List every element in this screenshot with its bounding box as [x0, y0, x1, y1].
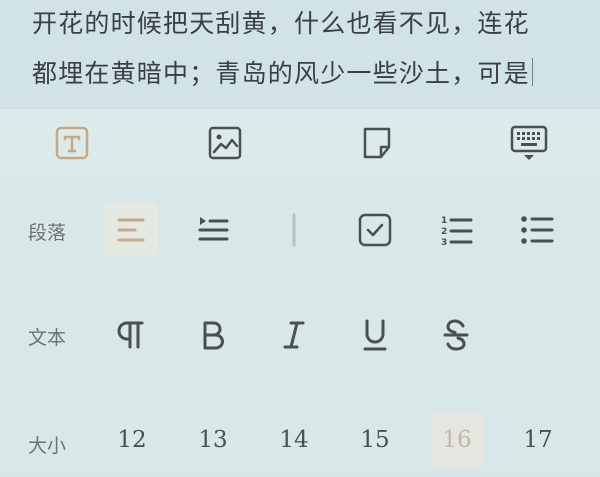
italic-icon [283, 321, 305, 349]
size-label: 大小 [28, 435, 67, 457]
keyboard-hide-icon [510, 125, 548, 160]
text-label: 文本 [28, 327, 67, 349]
size-option-13[interactable]: 13 [186, 413, 240, 467]
align-left-button[interactable] [104, 203, 158, 257]
hide-keyboard-button[interactable] [509, 123, 549, 163]
text-format-icon [55, 126, 89, 160]
checkbox-icon [358, 213, 392, 247]
separator-divider [292, 213, 296, 247]
checklist-button[interactable] [348, 203, 402, 257]
underline-icon [363, 319, 387, 351]
editor-line-2: 都埋在黄暗中；青岛的风少一些沙土，可是 [32, 54, 534, 90]
svg-text:2: 2 [441, 227, 447, 237]
indent-icon [198, 217, 229, 241]
underline-button[interactable] [348, 308, 402, 362]
bullet-list-icon [521, 216, 554, 244]
font-size-row: 大小 12 13 14 15 16 17 [0, 407, 600, 477]
bullet-list-button[interactable] [510, 203, 564, 257]
paragraph-mark-icon [117, 321, 144, 349]
size-option-15[interactable]: 15 [348, 413, 402, 467]
text-style-row: 文本 [0, 302, 600, 372]
size-option-12[interactable]: 12 [105, 413, 159, 467]
numbered-list-icon: 1 2 3 [441, 216, 473, 247]
size-option-16-selected[interactable]: 16 [430, 413, 484, 467]
numbered-list-button[interactable]: 1 2 3 [429, 203, 483, 257]
insert-image-button[interactable] [205, 123, 245, 163]
separator [267, 203, 321, 257]
editor-line-2-text: 都埋在黄暗中；青岛的风少一些沙土，可是 [32, 59, 530, 88]
editor-line-1: 开花的时候把天刮黄，什么也看不见，连花 [32, 9, 530, 38]
text-caret [531, 58, 534, 86]
image-icon [208, 126, 242, 160]
indent-button[interactable] [186, 203, 240, 257]
paragraph-row: 段落 1 2 3 [0, 197, 600, 267]
svg-text:3: 3 [441, 238, 447, 247]
paragraph-label: 段落 [28, 222, 67, 244]
sticky-note-button[interactable] [357, 123, 397, 163]
align-left-icon [117, 218, 145, 242]
size-option-14[interactable]: 14 [267, 413, 321, 467]
bold-button[interactable] [186, 308, 240, 362]
svg-text:1: 1 [441, 216, 447, 226]
text-format-button[interactable] [52, 123, 92, 163]
paragraph-mark-button[interactable] [104, 308, 158, 362]
italic-button[interactable] [267, 308, 321, 362]
editor-text-area[interactable]: 开花的时候把天刮黄，什么也看不见，连花 都埋在黄暗中；青岛的风少一些沙土，可是 [0, 0, 600, 108]
formatting-panel: 段落 1 2 3 文本 大小 12 13 14 15 16 17 [0, 175, 600, 471]
strikethrough-icon [443, 319, 469, 351]
bold-icon [203, 321, 224, 350]
sticky-note-icon [363, 127, 391, 159]
size-option-17[interactable]: 17 [511, 413, 565, 467]
strikethrough-button[interactable] [429, 308, 483, 362]
format-toolbar [0, 108, 600, 176]
